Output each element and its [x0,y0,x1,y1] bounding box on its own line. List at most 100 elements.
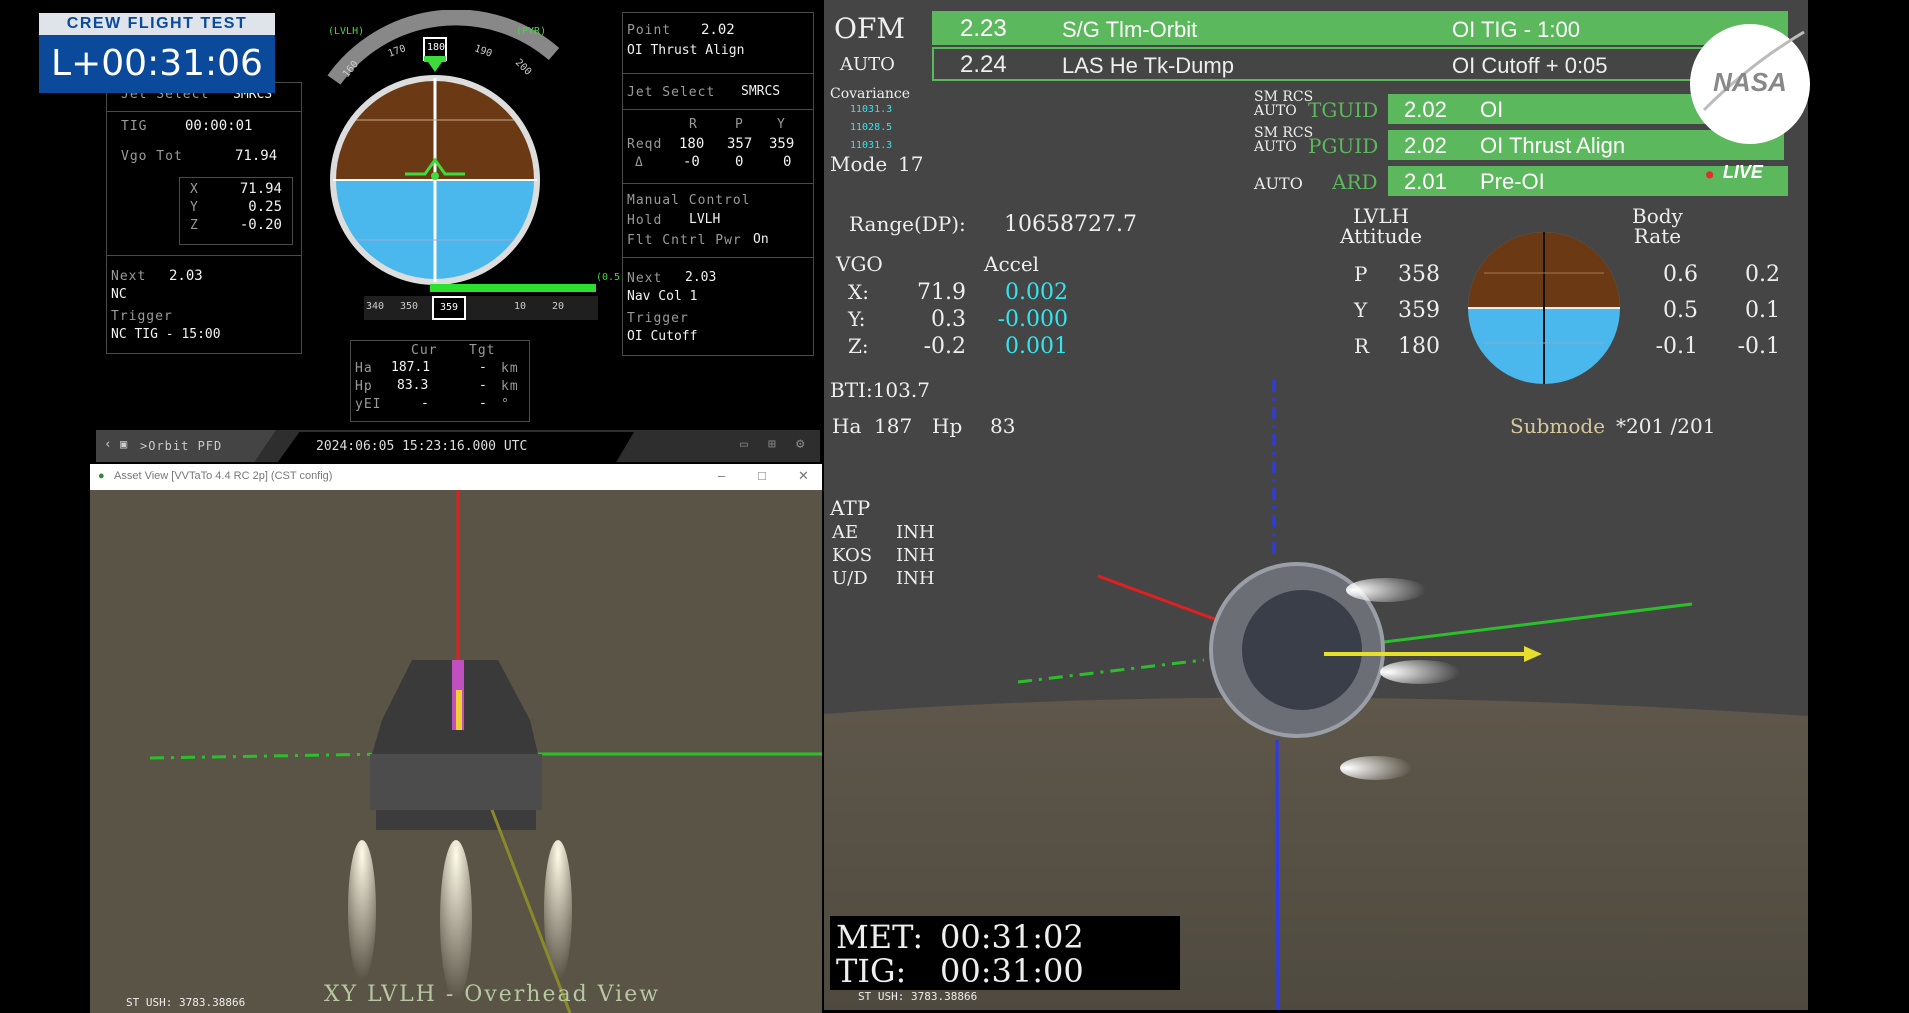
tig-value: 00:00:01 [185,118,253,134]
ofm-step-row-1: 2.23 S/G Tlm-Orbit OI TIG - 1:00 [932,11,1788,45]
ard-auto: AUTO [1254,174,1303,193]
manual-control-label: Manual Control [627,193,751,208]
settings-gear-icon[interactable]: ⚙ [796,436,804,452]
vgo-axis: Y: [848,307,866,331]
flt-cntrl-label: Flt Cntrl Pwr [627,233,742,248]
tig-value: 00:31:00 [940,952,1084,990]
covariance-value: 11031.3 [850,104,893,115]
st-ush-label: ST USH: 3783.38866 [126,996,246,1009]
hp-cur: 83.3 [397,378,429,393]
point-value: 2.02 [701,22,735,38]
atp-label: AE [832,522,859,543]
ha-label: Ha [355,361,373,376]
compass-right-label: (PYR) [516,26,547,37]
guid-num: 2.02 [1404,97,1447,122]
point-sub: OI Thrust Align [627,43,745,58]
rate-value: 0.1 [1745,298,1780,323]
vgo-axis: X: [848,280,869,304]
minimize-icon[interactable]: – [718,468,725,483]
next-sub-right: Nav Col 1 [627,289,698,304]
display-icon[interactable]: ▭ [740,437,748,452]
rate-value: -0.1 [1655,334,1698,359]
yei-unit: ° [501,397,510,412]
sm-rcs-label: SM RCS [1254,89,1314,105]
guid-num: 2.02 [1404,133,1447,158]
met-label: MET: [836,918,924,956]
overhead-view-scene [90,490,822,1013]
met-tig-box: MET: 00:31:02 TIG: 00:31:00 [830,916,1180,990]
hscale-current: 359 [432,296,466,320]
vgo-header: VGO [836,252,883,276]
hscale-tick: 10 [514,301,527,312]
vgo-tot-label: Vgo Tot [121,149,183,164]
vgo-value: 0.3 [931,307,966,332]
back-arrow-icon[interactable]: ‹ [104,437,112,452]
bti: BTI:103.7 [830,378,930,402]
asset-view-title: Asset View [VVTaTo 4.4 RC 2p] (CST confi… [114,470,333,482]
reqd-y: 359 [769,136,795,152]
att-value: 358 [1398,262,1440,287]
attitude-label: Attitude [1340,224,1423,248]
pguid-label: PGUID [1308,134,1379,158]
hp-tgt: - [479,378,487,393]
close-icon[interactable]: ✕ [798,468,809,484]
guid-text: OI [1480,97,1504,122]
rate-value: 0.5 [1663,298,1698,323]
body-label: Body [1632,204,1683,228]
cur-header: Cur [411,343,438,358]
reqd-p: 357 [727,136,753,152]
vgo-value: -0.2 [923,334,966,359]
view-caption: XY LVLH - Overhead View [324,982,661,1007]
r-header: R [689,117,698,132]
reqd-label: Reqd [627,137,663,152]
att-axis: P [1354,262,1368,286]
tig-label: TIG [121,119,148,134]
ofm-auto: AUTO [840,54,895,75]
accel-header: Accel [984,252,1040,276]
atp-label: U/D [832,568,868,589]
guid-text: OI Thrust Align [1480,133,1626,158]
att-axis: Y [1354,298,1368,322]
pfd-timestamp: 2024:06:05 15:23:16.000 UTC [316,439,528,454]
submode-label: Submode [1510,414,1606,438]
accel-value: 0.001 [1005,334,1068,359]
sm-rcs-label: SM RCS [1254,125,1314,141]
range-label: Range(DP): [849,212,966,236]
atp-value: INH [896,522,935,543]
jet-select-value-right: SMRCS [741,84,781,99]
nav-tab[interactable]: ‹ ▣ >Orbit PFD [96,430,276,462]
lvlh-attitude-title: LVLH Attitude [1340,206,1422,246]
tig-label: TIG: [836,952,907,990]
point-label: Point [627,23,672,38]
hp-label: Hp [355,379,373,394]
guid-num: 2.01 [1404,169,1447,194]
window-icon: ▣ [120,437,128,451]
vgo-x-value: 71.94 [239,181,282,197]
asset-view-titlebar: ● Asset View [VVTaTo 4.4 RC 2p] (CST con… [90,464,822,490]
thruster-plume [348,840,376,980]
step-num: 2.23 [960,15,1007,42]
nasa-logo: NASA [1690,24,1810,144]
covariance-value: 11028.5 [850,122,893,133]
pguid-mode: SM RCS AUTO [1254,126,1313,154]
covariance-label: Covariance [830,86,911,102]
layout-icon[interactable]: ⊞ [768,437,776,452]
hscale-tick: 350 [400,301,419,312]
ha-label: Ha [832,414,862,438]
step-event: OI TIG - 1:00 [1452,17,1580,42]
rate-value: -0.1 [1737,334,1780,359]
pfd-status-bar: ‹ ▣ >Orbit PFD 2024:06:05 15:23:16.000 U… [96,430,820,462]
range-value: 10658727.7 [1004,212,1137,237]
pointing-panel: Point 2.02 OI Thrust Align Jet Select SM… [622,12,814,356]
vgo-y-value: 0.25 [248,199,282,215]
service-module [370,754,542,810]
next-sub: NC [111,287,127,302]
live-indicator: ● LIVE [1706,162,1763,183]
delta-label: Δ [635,155,644,170]
nasa-wordmark: NASA [1713,67,1787,97]
delta-y: 0 [783,154,792,170]
maximize-icon[interactable]: □ [758,468,766,483]
tgt-header: Tgt [469,343,496,358]
compass-left-label: (LVLH) [328,26,365,37]
ofm-title: OFM [834,12,906,45]
